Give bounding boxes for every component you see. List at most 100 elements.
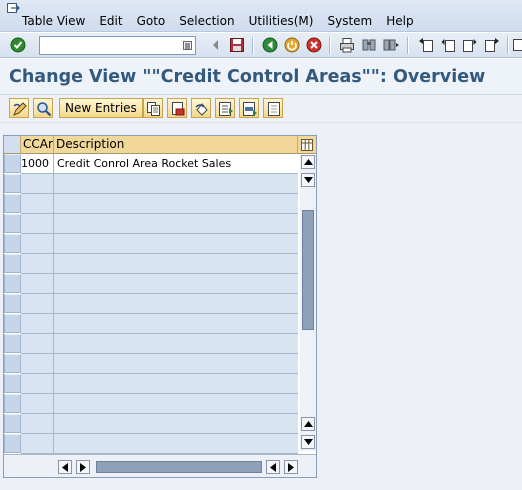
row-selector[interactable] [4,294,21,313]
menu-help[interactable]: Help [386,14,413,28]
ccar-cell[interactable] [21,354,54,373]
ccar-cell[interactable] [21,374,54,393]
ccar-cell[interactable] [21,334,54,353]
table-row[interactable] [21,174,298,194]
scroll-up-button[interactable] [301,155,315,169]
description-cell[interactable] [54,314,298,333]
menu-goto[interactable]: Goto [137,14,166,28]
command-field[interactable] [39,36,196,55]
select-all-column-header[interactable] [4,136,21,154]
ccar-cell[interactable] [21,174,54,193]
enter-icon[interactable] [10,37,26,53]
ccar-cell[interactable] [21,274,54,293]
menu-system[interactable]: System [327,14,372,28]
column-header-description[interactable]: Description [54,136,298,154]
row-selector[interactable] [4,374,21,393]
table-row[interactable] [21,194,298,214]
row-selector[interactable] [4,434,21,453]
select-all-button[interactable] [215,98,235,118]
description-cell[interactable] [54,214,298,233]
save-icon[interactable] [229,37,245,53]
table-row[interactable] [21,374,298,394]
find-next-icon[interactable] [383,37,399,53]
table-row[interactable] [21,274,298,294]
row-selector[interactable] [4,174,21,193]
ccar-cell[interactable] [21,394,54,413]
table-row[interactable] [21,334,298,354]
ccar-cell[interactable] [21,294,54,313]
ccar-cell[interactable] [21,254,54,273]
ccar-cell[interactable] [21,414,54,433]
row-selector[interactable] [4,154,21,173]
table-row[interactable]: 1000 Credit Conrol Area Rocket Sales [21,154,298,174]
description-cell[interactable] [54,254,298,273]
scroll-right-button[interactable] [284,460,298,474]
column-header-ccar[interactable]: CCAr [21,136,54,154]
menu-utilities[interactable]: Utilities(M) [249,14,314,28]
scroll-down-end-button[interactable] [301,435,315,449]
row-selector[interactable] [4,194,21,213]
description-cell[interactable] [54,394,298,413]
horizontal-scroll-thumb[interactable] [96,461,262,473]
table-row[interactable] [21,434,298,454]
deselect-all-button[interactable] [263,98,283,118]
back-arrow-icon[interactable] [208,37,224,53]
undo-button[interactable] [191,98,211,118]
next-page-icon[interactable] [462,37,478,53]
table-row[interactable] [21,354,298,374]
print-icon[interactable] [339,37,355,53]
description-cell[interactable] [54,414,298,433]
ccar-cell[interactable]: 1000 [21,154,54,173]
row-selector[interactable] [4,394,21,413]
description-cell[interactable] [54,294,298,313]
scroll-down-button[interactable] [301,173,315,187]
table-row[interactable] [21,394,298,414]
description-cell[interactable] [54,234,298,253]
table-settings-button[interactable] [298,136,316,154]
last-page-icon[interactable] [484,37,500,53]
scroll-up-end-button[interactable] [301,417,315,431]
ccar-cell[interactable] [21,234,54,253]
ccar-cell[interactable] [21,214,54,233]
new-entries-button[interactable]: New Entries [59,98,143,118]
table-row[interactable] [21,294,298,314]
display-change-button[interactable] [9,98,29,118]
table-row[interactable] [21,234,298,254]
horizontal-scrollbar[interactable] [4,454,316,477]
sap-menu-icon[interactable] [7,3,21,14]
description-cell[interactable] [54,334,298,353]
copy-button[interactable] [143,98,163,118]
menu-edit[interactable]: Edit [99,14,122,28]
create-session-icon[interactable] [512,37,522,53]
description-cell[interactable] [54,174,298,193]
description-cell[interactable] [54,354,298,373]
description-cell[interactable] [54,374,298,393]
table-row[interactable] [21,214,298,234]
table-row[interactable] [21,314,298,334]
ccar-cell[interactable] [21,314,54,333]
vertical-scroll-thumb[interactable] [302,210,314,330]
back-icon[interactable] [262,37,278,53]
exit-icon[interactable] [284,37,300,53]
table-row[interactable] [21,254,298,274]
description-cell[interactable]: Credit Conrol Area Rocket Sales [54,154,298,173]
scroll-left-end-button[interactable] [266,460,280,474]
cancel-icon[interactable] [306,37,322,53]
ccar-cell[interactable] [21,434,54,453]
where-used-button[interactable] [33,98,53,118]
ccar-cell[interactable] [21,194,54,213]
table-row[interactable] [21,414,298,434]
dropdown-icon[interactable] [183,41,192,50]
find-icon[interactable] [361,37,377,53]
vertical-scrollbar[interactable] [300,155,316,451]
description-cell[interactable] [54,434,298,453]
row-selector[interactable] [4,354,21,373]
scroll-right-step-button[interactable] [76,460,90,474]
row-selector[interactable] [4,314,21,333]
first-page-icon[interactable] [418,37,434,53]
menu-table-view[interactable]: Table View [22,14,85,28]
scroll-left-button[interactable] [58,460,72,474]
row-selector[interactable] [4,214,21,233]
description-cell[interactable] [54,194,298,213]
row-selector[interactable] [4,274,21,293]
